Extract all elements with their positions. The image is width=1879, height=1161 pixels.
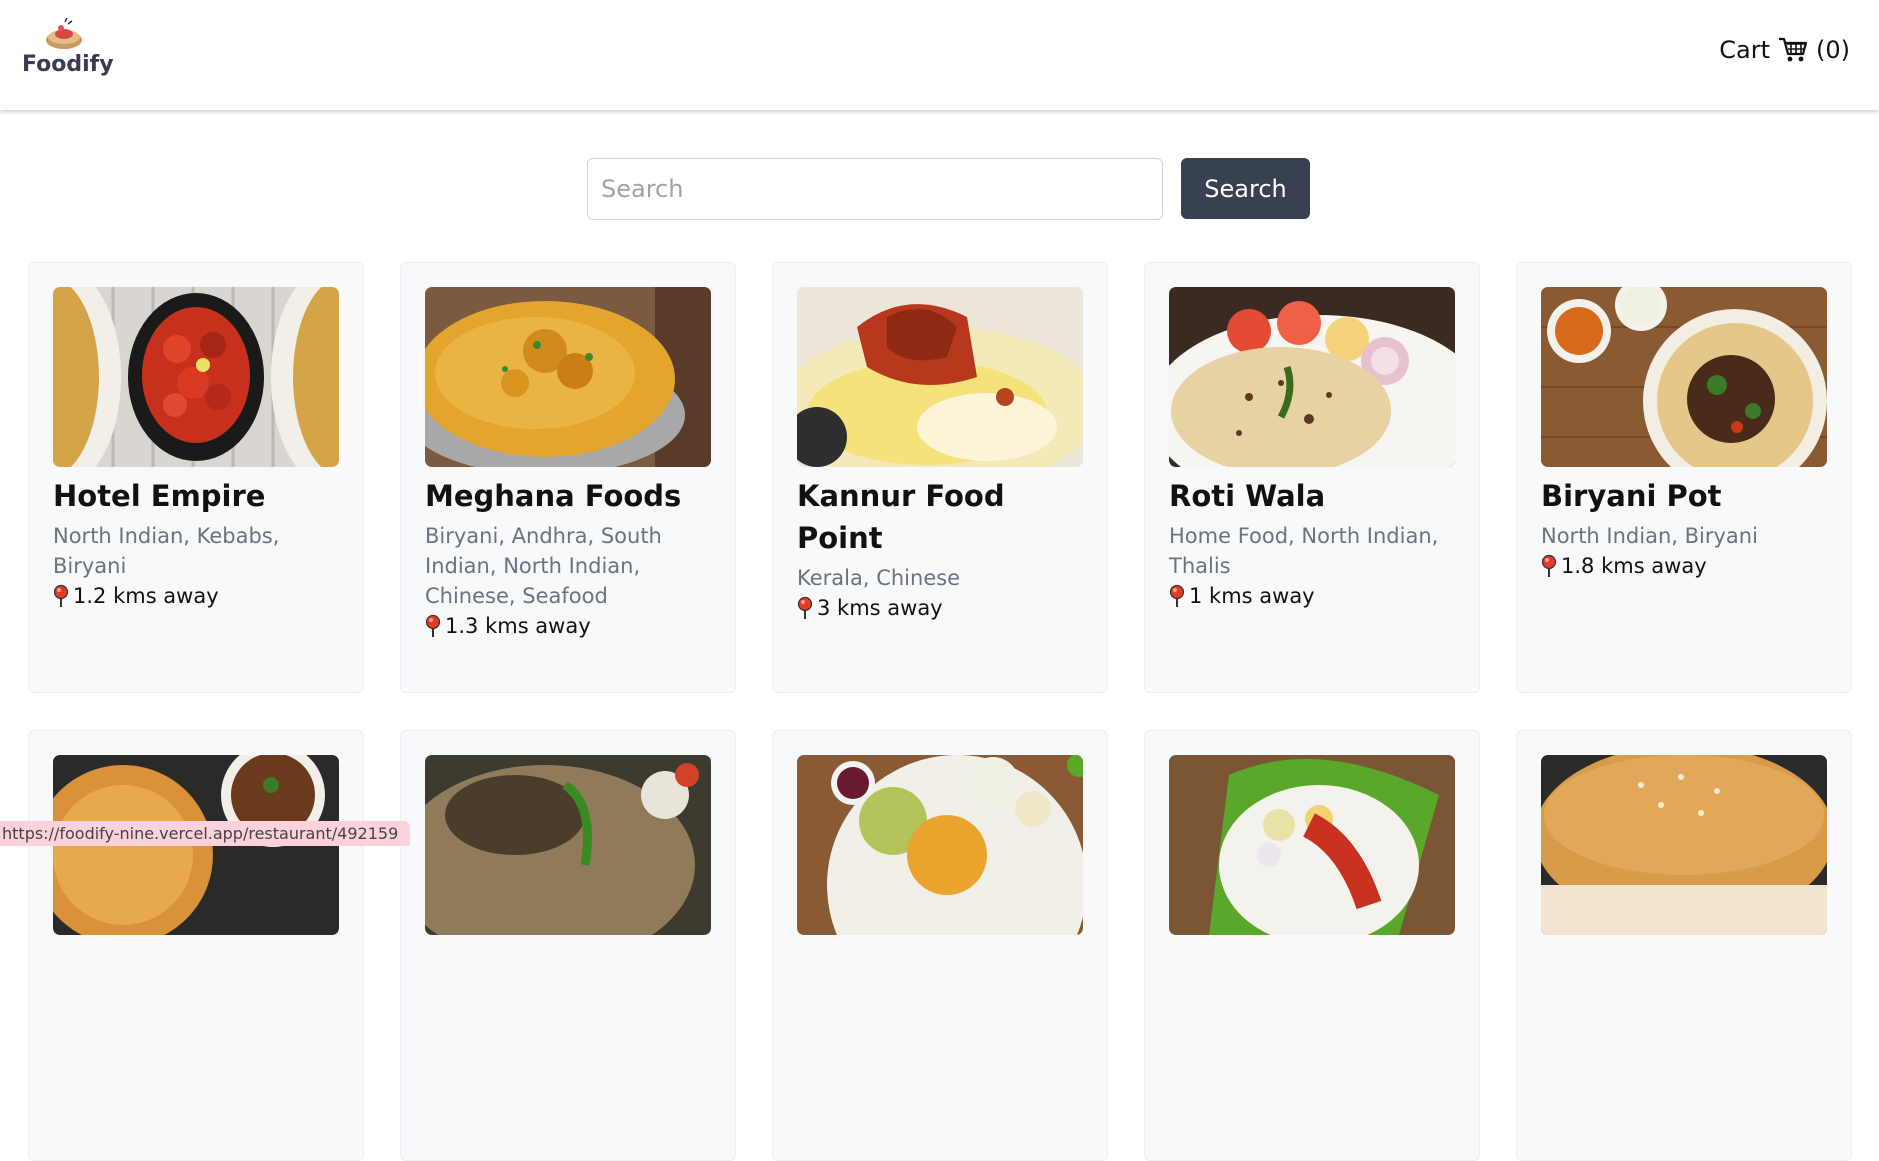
logo-link[interactable]: Foodify	[22, 16, 114, 82]
restaurant-card[interactable]: Kannur Food Point Kerala, Chinese 3 kms …	[772, 262, 1108, 693]
restaurant-distance: 1.2 kms away	[53, 581, 339, 611]
restaurant-card[interactable]: Biryani Pot North Indian, Biryani 1.8 km…	[1516, 262, 1852, 693]
restaurant-card[interactable]	[1516, 730, 1852, 1161]
restaurant-cuisines: North Indian, Kebabs, Biryani	[53, 524, 280, 578]
cart-count: (0)	[1816, 36, 1850, 64]
location-pin-icon	[1541, 554, 1557, 577]
cart-label: Cart	[1719, 36, 1770, 64]
restaurant-name: Roti Wala	[1169, 479, 1326, 513]
restaurant-cuisines: Biryani, Andhra, South Indian, North Ind…	[425, 524, 662, 608]
search-input[interactable]	[587, 158, 1163, 220]
restaurant-card[interactable]: Roti Wala Home Food, North Indian, Thali…	[1144, 262, 1480, 693]
restaurant-name: Biryani Pot	[1541, 479, 1722, 513]
cart-link[interactable]: Cart (0)	[1719, 34, 1850, 66]
restaurant-image	[1169, 755, 1455, 935]
restaurant-grid: Hotel Empire North Indian, Kebabs, Birya…	[28, 262, 1854, 1161]
status-bar-url: https://foodify-nine.vercel.app/restaura…	[0, 821, 411, 846]
location-pin-icon	[53, 584, 69, 607]
search-button[interactable]: Search	[1181, 158, 1310, 219]
restaurant-distance: 1.3 kms away	[425, 611, 711, 641]
location-pin-icon	[797, 596, 813, 619]
restaurant-card[interactable]: Hotel Empire North Indian, Kebabs, Birya…	[28, 262, 364, 693]
distance-label: 1.3 kms away	[445, 614, 591, 638]
location-pin-icon	[425, 614, 441, 637]
restaurant-name: Meghana Foods	[425, 479, 682, 513]
location-pin-icon	[1169, 584, 1185, 607]
restaurant-name: Hotel Empire	[53, 479, 266, 513]
restaurant-distance: 1.8 kms away	[1541, 551, 1827, 581]
restaurant-image	[1541, 287, 1827, 467]
distance-label: 1.2 kms away	[73, 584, 219, 608]
restaurant-distance: 1 kms away	[1169, 581, 1455, 611]
restaurant-image	[425, 287, 711, 467]
restaurant-image	[1169, 287, 1455, 467]
shopping-cart-icon	[1779, 37, 1808, 62]
logo-text: Foodify	[22, 52, 114, 77]
distance-label: 3 kms away	[817, 596, 943, 620]
restaurant-cuisines: Home Food, North Indian, Thalis	[1169, 524, 1439, 578]
restaurant-image	[425, 755, 711, 935]
top-navbar: Foodify Cart (0)	[0, 0, 1879, 110]
restaurant-image	[53, 287, 339, 467]
restaurant-image	[797, 287, 1083, 467]
restaurant-card[interactable]	[400, 730, 736, 1161]
restaurant-image	[1541, 755, 1827, 935]
distance-label: 1 kms away	[1189, 584, 1315, 608]
restaurant-card[interactable]	[1144, 730, 1480, 1161]
restaurant-card[interactable]	[28, 730, 364, 1161]
restaurant-name: Kannur Food Point	[797, 479, 1005, 555]
food-bowl-logo-icon	[46, 17, 82, 49]
restaurant-cuisines: North Indian, Biryani	[1541, 524, 1758, 548]
restaurant-card[interactable]	[772, 730, 1108, 1161]
distance-label: 1.8 kms away	[1561, 554, 1707, 578]
search-bar: Search	[587, 158, 1310, 220]
restaurant-cuisines: Kerala, Chinese	[797, 566, 961, 590]
restaurant-distance: 3 kms away	[797, 593, 1083, 623]
restaurant-image	[797, 755, 1083, 935]
restaurant-card[interactable]: Meghana Foods Biryani, Andhra, South Ind…	[400, 262, 736, 693]
